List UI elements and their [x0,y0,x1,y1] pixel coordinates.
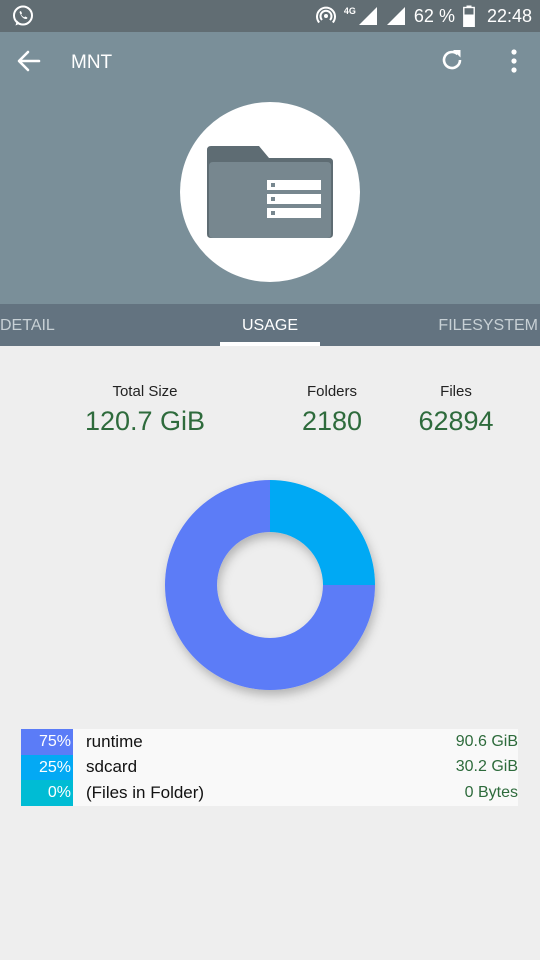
legend-size: 0 Bytes [464,783,518,801]
legend-size: 90.6 GiB [455,732,518,750]
legend-percent: 75% [21,729,73,755]
legend-percent: 25% [21,754,73,780]
legend-name: runtime [86,731,143,751]
usage-legend: 75% runtime 90.6 GiB 25% sdcard 30.2 GiB 0% (Fi… [21,729,518,806]
donut-slice-sdcard [270,480,375,585]
usage-donut-chart [165,480,375,690]
legend-percent: 0% [21,780,73,806]
legend-row: 25% sdcard 30.2 GiB [21,754,518,780]
legend-name: sdcard [86,757,138,777]
legend-name: (Files in Folder) [86,782,205,802]
legend-row: 75% runtime 90.6 GiB [21,729,518,755]
legend-size: 30.2 GiB [455,758,518,776]
legend-row: 0% (Files in Folder) 0 Bytes [21,780,518,806]
